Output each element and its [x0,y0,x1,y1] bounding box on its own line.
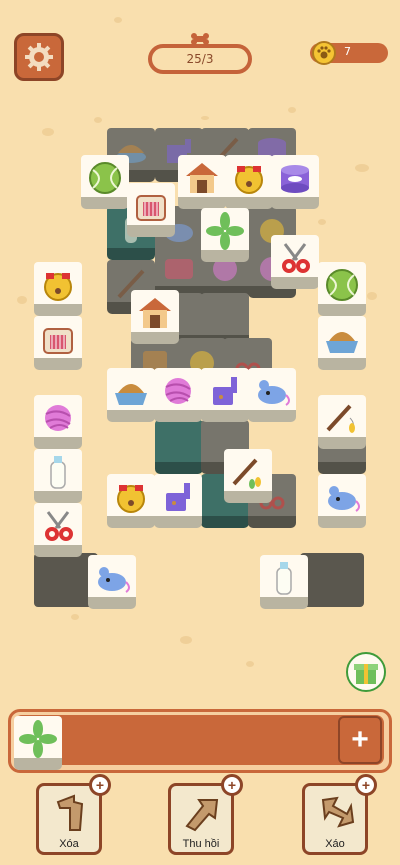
leaf-icon [206,212,244,250]
tile-pet-carrier[interactable] [34,316,82,371]
add-slot-button[interactable]: + [338,716,382,764]
tile-pet-house[interactable] [178,155,226,210]
nail-clipper-icon [45,511,73,541]
tile-bell[interactable] [107,474,155,529]
shuffle-label: Xáo [325,838,345,850]
tile-nail-clipper[interactable] [34,503,82,558]
tray-slots [14,715,384,765]
milk-bottle-icon [276,562,292,595]
food-bowl-icon [326,332,358,353]
tile-cat-wand[interactable] [318,395,366,450]
gift-icon [354,664,378,684]
return-label: Thu hồi [182,838,220,850]
tile-toy-mouse[interactable] [248,368,296,423]
tray-tile-leaf [14,716,62,771]
tile-yarn-ball[interactable] [154,368,202,423]
cat-wand-icon [232,458,261,489]
shuffle-button[interactable]: Xáo + [302,774,377,855]
tile-stack [300,553,364,607]
tile-pet-carrier[interactable] [127,183,175,238]
shuffle-arrow-icon [321,796,355,828]
tile-bell[interactable] [225,155,273,210]
tile-leaf[interactable] [201,208,249,263]
return-arrow-icon [185,799,219,832]
add-return-icon[interactable]: + [221,774,243,796]
cat-wand-icon [326,404,355,433]
tile-milk-bottle[interactable] [34,449,82,504]
yarn-ball-icon [45,405,71,431]
food-bowl-icon [115,384,147,405]
undo-button[interactable]: Xóa + [36,774,111,855]
pet-carrier-icon [43,328,73,354]
bell-icon [117,485,145,513]
dust-pan-icon [213,377,237,405]
milk-bottle-icon [50,456,66,489]
tile-toy-mouse[interactable] [318,474,366,529]
return-button[interactable]: Thu hồi + [168,774,243,855]
tennis-ball-icon [326,269,358,301]
tile-cat-food-can[interactable] [271,155,319,210]
tile-food-bowl[interactable] [107,368,155,423]
cat-food-can-icon [281,165,309,193]
blocked-tile [155,420,203,475]
undo-label: Xóa [59,838,79,850]
bell-icon [235,166,263,194]
pet-carrier-icon [165,259,193,279]
tile-dust-pan[interactable] [154,474,202,529]
toy-mouse-icon [328,486,360,512]
tile-tennis-ball[interactable] [81,155,129,210]
tile-food-bowl[interactable] [318,316,366,371]
tile-toy-mouse[interactable] [88,555,136,610]
tile-tennis-ball[interactable] [318,262,366,317]
tile-nail-clipper[interactable] [271,235,319,290]
tile-bell[interactable] [34,262,82,317]
nail-clipper-icon [282,243,310,273]
tile-cat-wand[interactable] [224,449,272,504]
undo-arrow-icon [56,794,84,831]
pet-house-icon [139,298,171,328]
gift-button[interactable] [346,652,386,692]
tennis-ball-icon [89,162,121,194]
leaf-icon [19,720,57,758]
yarn-ball-icon [165,378,191,404]
tile-yarn-ball[interactable] [34,395,82,450]
tile-dust-pan[interactable] [201,368,249,423]
tile-pet-house[interactable] [131,290,179,345]
add-undo-icon[interactable]: + [89,774,111,796]
dust-pan-icon [166,483,190,511]
tile-milk-bottle[interactable] [260,555,308,610]
toy-mouse-icon [98,567,130,593]
bell-icon [44,273,72,301]
pet-carrier-icon [136,195,166,221]
toy-mouse-icon [258,380,290,406]
plus-icon: + [351,723,369,756]
add-shuffle-icon[interactable]: + [355,774,377,796]
pet-house-icon [186,163,218,193]
